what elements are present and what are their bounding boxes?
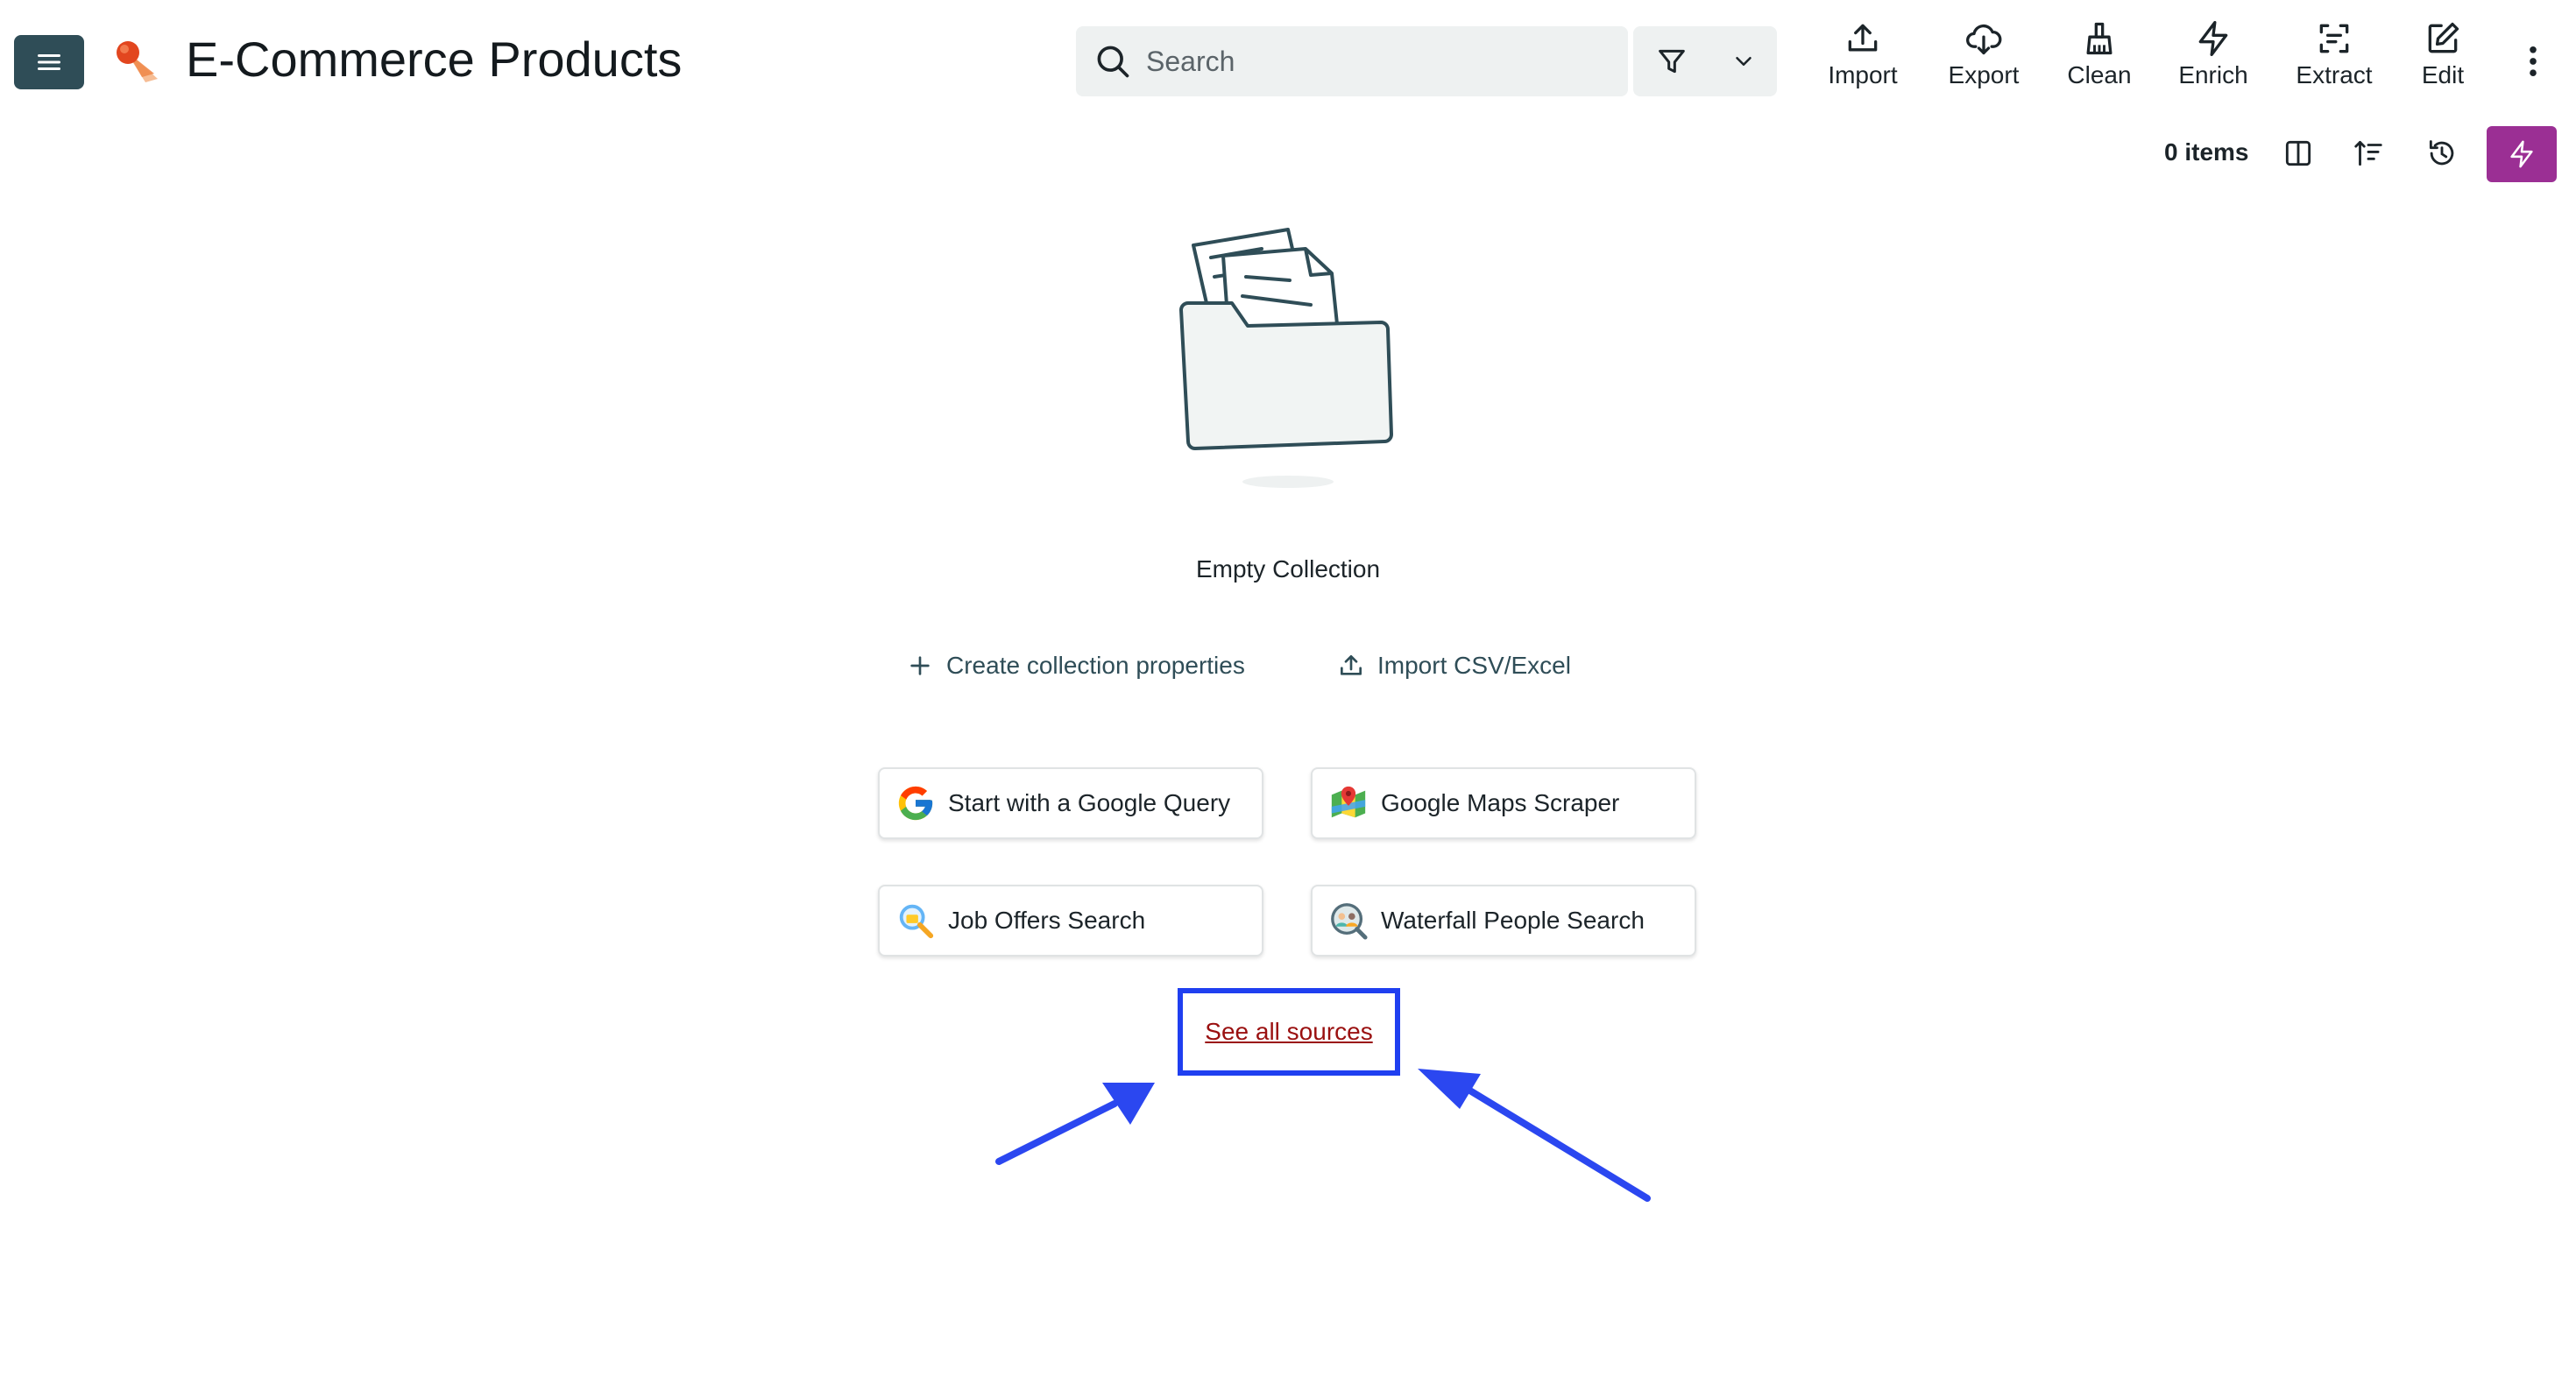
- filter-icon: [1658, 49, 1685, 74]
- lightning-icon: [2198, 21, 2228, 56]
- search-bar[interactable]: [1076, 26, 1628, 96]
- hamburger-icon: [38, 54, 60, 70]
- empty-collection-message: Empty Collection: [1195, 555, 1381, 582]
- upload-icon: [1341, 655, 1362, 675]
- lightning-icon: [2510, 140, 2533, 168]
- edit-label: Edit: [2421, 61, 2465, 88]
- search-icon: [1097, 46, 1129, 78]
- history-icon[interactable]: [2425, 137, 2459, 170]
- create-collection-properties-label: Create collection properties: [946, 652, 1245, 679]
- import-csv-excel-button[interactable]: Import CSV/Excel: [1337, 652, 1571, 680]
- left-annotation-arrow: [995, 1100, 1118, 1165]
- left-arrow-head: [1102, 1083, 1155, 1125]
- google-icon: [898, 786, 933, 821]
- broom-icon: [2086, 22, 2112, 55]
- search-input[interactable]: [1144, 44, 1603, 79]
- items-count: 0 items: [2164, 138, 2249, 166]
- chevron-down-icon: [1735, 57, 1752, 66]
- automation-button[interactable]: [2487, 126, 2557, 182]
- job-offers-search-label: Job Offers Search: [948, 907, 1146, 934]
- right-arrow-head: [1418, 1069, 1481, 1109]
- import-button[interactable]: Import: [1810, 19, 1915, 89]
- upload-icon: [1848, 24, 1878, 52]
- page-title: E-Commerce Products: [186, 32, 683, 87]
- google-maps-scraper-source-card[interactable]: Google Maps Scraper: [1311, 767, 1696, 839]
- google-query-label: Start with a Google Query: [948, 789, 1231, 816]
- menu-button[interactable]: [14, 35, 84, 89]
- see-all-sources-link[interactable]: See all sources: [1205, 1018, 1372, 1046]
- google-maps-scraper-label: Google Maps Scraper: [1381, 789, 1620, 816]
- people-search-icon: [1331, 903, 1368, 940]
- enrich-button[interactable]: Enrich: [2161, 19, 2266, 89]
- job-offers-search-source-card[interactable]: Job Offers Search: [878, 885, 1263, 957]
- comet-logo-icon: [117, 41, 158, 82]
- import-label: Import: [1828, 61, 1898, 88]
- clean-label: Clean: [2067, 61, 2132, 88]
- extract-label: Extract: [2296, 61, 2373, 88]
- edit-button[interactable]: Edit: [2390, 19, 2495, 89]
- right-annotation-arrow: [1465, 1086, 1651, 1202]
- export-button[interactable]: Export: [1931, 19, 2036, 89]
- import-csv-excel-label: Import CSV/Excel: [1377, 652, 1571, 679]
- plus-icon: [910, 656, 930, 675]
- edit-icon: [2428, 22, 2459, 53]
- job-search-icon: [899, 904, 934, 939]
- google-query-source-card[interactable]: Start with a Google Query: [878, 767, 1263, 839]
- columns-icon[interactable]: [2282, 137, 2315, 170]
- more-options-icon[interactable]: [2520, 42, 2546, 81]
- enrich-label: Enrich: [2178, 61, 2248, 88]
- empty-folder-illustration: [1179, 228, 1393, 488]
- extract-button[interactable]: Extract: [2282, 19, 2387, 89]
- waterfall-people-search-label: Waterfall People Search: [1381, 907, 1645, 934]
- scan-text-icon: [2319, 24, 2349, 53]
- create-collection-properties-button[interactable]: Create collection properties: [906, 652, 1245, 680]
- annotation-arrows: [995, 1069, 1651, 1202]
- filter-button[interactable]: [1633, 26, 1777, 96]
- waterfall-people-search-source-card[interactable]: Waterfall People Search: [1311, 885, 1696, 957]
- google-maps-icon: [1331, 786, 1366, 818]
- clean-button[interactable]: Clean: [2047, 19, 2152, 89]
- cloud-download-icon: [1966, 24, 2002, 55]
- sort-icon[interactable]: [2352, 137, 2385, 170]
- see-all-sources-highlight: See all sources: [1178, 988, 1400, 1076]
- export-label: Export: [1948, 61, 2020, 88]
